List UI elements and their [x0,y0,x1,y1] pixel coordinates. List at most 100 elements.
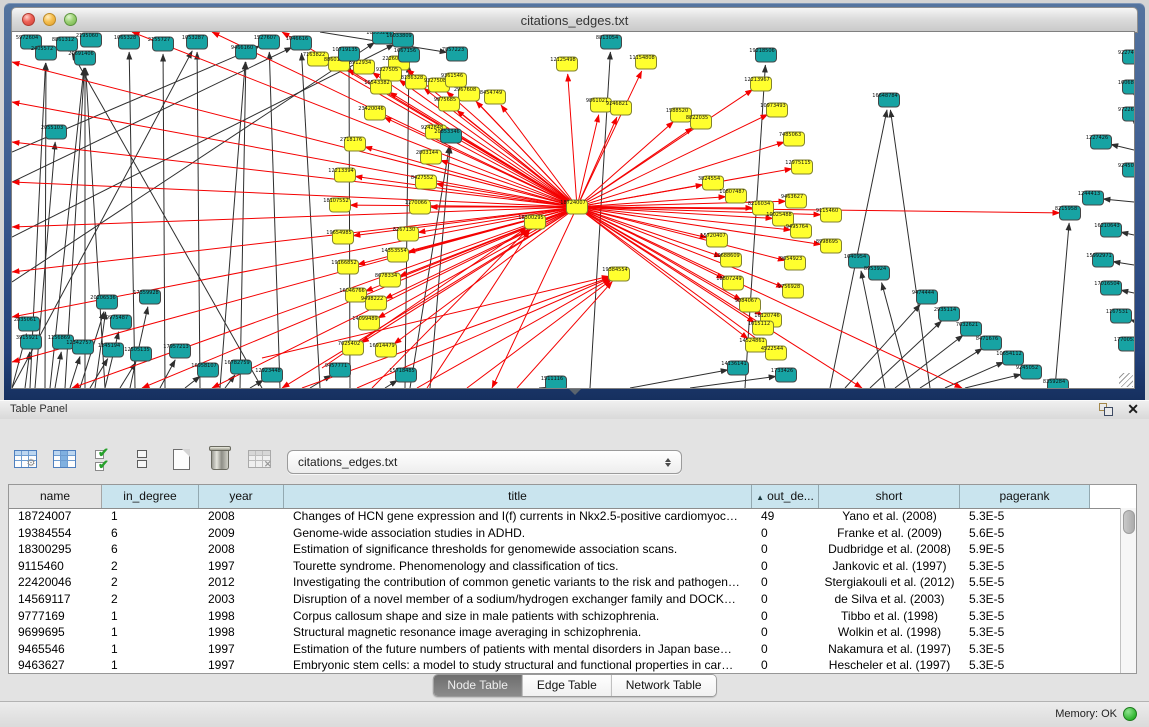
table-cell[interactable]: 0 [752,608,819,625]
graph-edge[interactable] [861,271,885,388]
table-cell[interactable]: 2008 [199,508,284,525]
tab-network-table[interactable]: Network Table [612,675,716,696]
table-cell[interactable]: 5.6E-5 [960,525,1090,542]
table-cell[interactable]: Embryonic stem cells: a model to study s… [284,657,752,674]
graph-edge[interactable] [690,376,776,388]
table-cell[interactable]: 5.3E-5 [960,591,1090,608]
column-header-short[interactable]: short [819,485,960,508]
table-cell[interactable]: 5.3E-5 [960,558,1090,575]
graph-edge[interactable] [577,115,599,207]
graph-edge[interactable] [965,374,1021,388]
close-panel-icon[interactable]: ✕ [1127,400,1139,419]
table-row[interactable]: 969969511998Structural magnetic resonanc… [9,624,1121,641]
create-table-icon[interactable] [166,444,196,474]
select-all-icon[interactable]: ✔✔ [88,444,118,474]
table-cell[interactable]: 2003 [199,591,284,608]
table-cell[interactable]: Genome-wide association studies in ADHD. [284,525,752,542]
table-cell[interactable]: Yano et al. (2008) [819,508,960,525]
vertical-scrollbar[interactable] [1120,508,1136,673]
table-cell[interactable]: 1998 [199,624,284,641]
table-cell[interactable]: Estimation of the future numbers of pati… [284,641,752,658]
graph-edge[interactable] [417,279,610,388]
table-cell[interactable]: Tibbo et al. (1998) [819,608,960,625]
table-cell[interactable]: 5.3E-5 [960,657,1090,674]
delete-table-icon[interactable] [205,444,235,474]
graph-edge[interactable] [577,207,962,388]
table-cell[interactable]: Investigating the contribution of common… [284,574,752,591]
graph-edge[interactable] [577,142,784,207]
table-cell[interactable]: Tourette syndrome. Phenomenology and cla… [284,558,752,575]
column-header-year[interactable]: year [199,485,284,508]
graph-edge[interactable] [385,380,397,388]
graph-edge[interactable] [467,280,611,388]
table-cell[interactable]: Disruption of a novel member of a sodium… [284,591,752,608]
table-cell[interactable]: 1997 [199,558,284,575]
table-cell[interactable]: 18300295 [9,541,102,558]
graph-edge[interactable] [70,357,80,388]
table-cell[interactable]: Hescheler et al. (1997) [819,657,960,674]
tab-node-table[interactable]: Node Table [433,675,523,696]
table-row[interactable]: 1938455462009Genome-wide association stu… [9,525,1121,542]
table-cell[interactable]: 9463627 [9,657,102,674]
table-cell[interactable]: 1 [102,508,199,525]
table-cell[interactable]: 6 [102,541,199,558]
table-row[interactable]: 911546021997Tourette syndrome. Phenomeno… [9,558,1121,575]
table-cell[interactable]: 9699695 [9,624,102,641]
table-cell[interactable]: Stergiakouli et al. (2012) [819,574,960,591]
table-cell[interactable]: 1 [102,608,199,625]
table-cell[interactable]: 0 [752,558,819,575]
table-cell[interactable]: 5.3E-5 [960,608,1090,625]
table-cell[interactable]: 9115460 [9,558,102,575]
table-cell[interactable]: 2012 [199,574,284,591]
table-row[interactable]: 1456911722003Disruption of a novel membe… [9,591,1121,608]
graph-edge[interactable] [212,207,577,388]
table-cell[interactable]: 6 [102,525,199,542]
resize-grip[interactable] [1119,373,1133,387]
table-cell[interactable]: 1 [102,657,199,674]
graph-edge[interactable] [129,52,135,388]
table-row[interactable]: 2242004622012Investigating the contribut… [9,574,1121,591]
table-cell[interactable]: 2 [102,574,199,591]
graph-edge[interactable] [185,376,200,388]
table-cell[interactable]: 18724007 [9,508,102,525]
graph-edge[interactable] [1055,223,1069,388]
graph-edge[interactable] [1121,290,1134,293]
graph-edge[interactable] [577,122,674,207]
table-cell[interactable]: 9777169 [9,608,102,625]
table-cell[interactable]: de Silva et al. (2003) [819,591,960,608]
graph-edge[interactable] [577,71,642,207]
table-cell[interactable]: 2 [102,591,199,608]
graph-edge[interactable] [302,53,320,388]
table-cell[interactable]: 2 [102,558,199,575]
table-cell[interactable]: 0 [752,525,819,542]
graph-edge[interactable] [1121,232,1134,235]
column-header-name[interactable]: name [9,485,102,508]
column-header-in-degree[interactable]: in_degree [102,485,199,508]
table-cell[interactable]: 1997 [199,641,284,658]
table-cell[interactable]: 5.3E-5 [960,641,1090,658]
graph-edge[interactable] [12,43,375,282]
table-cell[interactable]: 5.3E-5 [960,508,1090,525]
table-cell[interactable]: Jankovic et al. (1997) [819,558,960,575]
zoom-window-button[interactable] [64,13,77,26]
graph-edge[interactable] [890,110,930,388]
graph-edge[interactable] [568,74,577,207]
graph-edge[interactable] [378,207,577,318]
citation-network-graph[interactable]: 1872400719384554183002957163822886012889… [12,32,1134,388]
table-cell[interactable]: 22420046 [9,574,102,591]
close-window-button[interactable] [22,13,35,26]
table-row[interactable]: 1830029562008Estimation of significance … [9,541,1121,558]
column-header-pagerank[interactable]: pagerank [960,485,1090,508]
scrollbar-thumb[interactable] [1123,510,1135,534]
table-row[interactable]: 946554611997Estimation of the future num… [9,641,1121,658]
graph-edge[interactable] [440,160,577,207]
minimize-window-button[interactable] [43,13,56,26]
graph-edge[interactable] [349,64,350,388]
table-cell[interactable]: Structural magnetic resonance image aver… [284,624,752,641]
table-cell[interactable]: Nakamura et al. (1997) [819,641,960,658]
graph-edge[interactable] [1113,262,1134,265]
column-header-title[interactable]: title [284,485,752,508]
table-select-dropdown[interactable]: citations_edges.txt [287,450,682,474]
table-cell[interactable]: 19384554 [9,525,102,542]
column-header-out-de-[interactable]: ▲out_de... [752,485,819,508]
